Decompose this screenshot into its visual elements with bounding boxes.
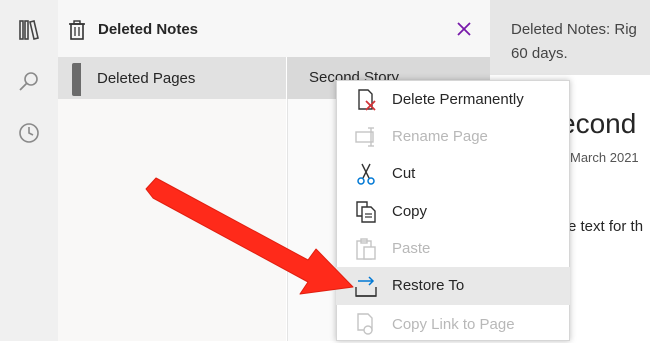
page-date: March 2021 [570,150,639,165]
section-color-tab [72,63,81,96]
copy-icon [356,201,376,223]
page-title: econd [560,108,637,139]
menu-item-label: Restore To [392,277,465,294]
search-icon[interactable] [17,70,41,94]
menu-item-label: Paste [392,240,431,257]
section-list [58,57,286,341]
restore-icon [355,276,377,297]
close-icon[interactable] [455,20,473,38]
menu-item-label: Cut [392,165,416,182]
trash-icon [69,20,85,40]
scissors-icon [357,163,375,185]
rename-icon [355,127,374,147]
deleted-notes-title: Deleted Notes [98,21,199,38]
info-line-1: Deleted Notes: Rig [511,21,637,38]
delete-permanently-icon [358,89,376,111]
paste-icon [356,238,376,260]
section-item-label: Deleted Pages [97,70,196,87]
link-icon [357,313,373,335]
menu-item-label: Delete Permanently [392,91,524,108]
info-line-2: 60 days. [511,45,568,62]
recent-icon[interactable] [17,121,41,145]
page-body-text: e text for th [568,218,644,235]
info-bar-text: Deleted Notes: Rig 60 days. [511,18,650,66]
notebooks-icon[interactable] [17,18,41,42]
menu-item-label: Rename Page [392,128,488,145]
menu-item-label: Copy Link to Page [392,316,515,333]
menu-item-label: Copy [392,203,428,220]
nav-rail [0,0,58,341]
